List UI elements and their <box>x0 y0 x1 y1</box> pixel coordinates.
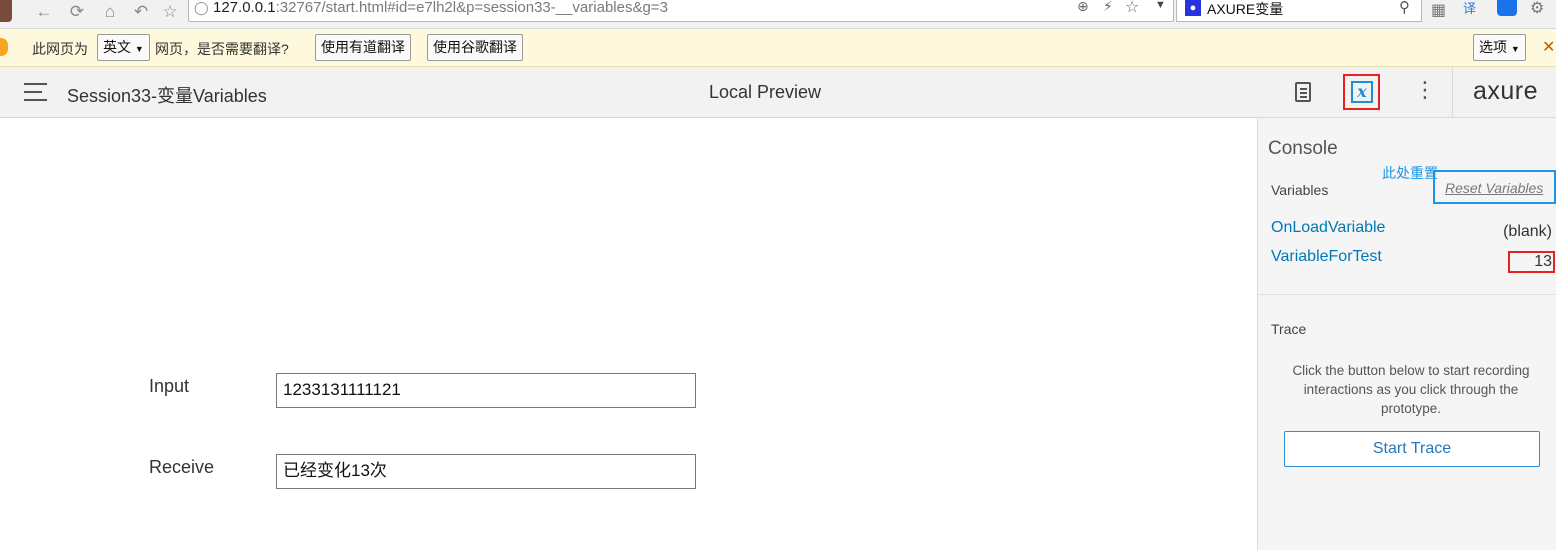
start-trace-button[interactable]: Start Trace <box>1284 431 1540 467</box>
variable-name: OnLoadVariable <box>1271 219 1386 236</box>
input-label: Input <box>149 376 190 396</box>
bookmark-star-icon[interactable]: ☆ <box>1125 0 1139 17</box>
reset-variables-link[interactable]: Reset Variables <box>1445 180 1543 196</box>
variable-name: VariableForTest <box>1271 248 1382 265</box>
console-title: Console <box>1268 138 1338 159</box>
close-icon[interactable]: ✕ <box>1542 37 1555 57</box>
grid-icon[interactable]: ▦ <box>1431 0 1446 20</box>
chevron-down-icon: ▼ <box>134 44 144 54</box>
variable-x-icon[interactable]: x <box>1351 81 1373 103</box>
variables-label: Variables <box>1271 182 1329 198</box>
kebab-icon[interactable]: ⋮ <box>1414 79 1436 101</box>
translate-prefix-text: 此网页为 <box>32 41 88 57</box>
language-value: 英文 <box>103 39 131 55</box>
language-select[interactable]: 英文 ▼ <box>97 34 150 61</box>
address-bar[interactable]: ◯ 127.0.0.1:32767/start.html#id=e7lh2l&p… <box>188 0 1174 22</box>
bookmark-icon[interactable] <box>1497 0 1517 16</box>
console-panel: Console Variables 此处重置 Reset Variables O… <box>1257 118 1556 550</box>
receive-label: Receive <box>149 457 215 477</box>
refresh-icon[interactable]: ⟳ <box>67 2 87 22</box>
youdao-translate-button[interactable]: 使用有道翻译 <box>315 34 411 61</box>
input-field[interactable]: 1233131111121 <box>276 373 696 408</box>
lightning-icon[interactable]: ⚡ <box>1103 0 1113 15</box>
trace-label: Trace <box>1271 321 1307 337</box>
translate-bar: 此网页为 英文 ▼ 网页，是否需要翻译? 使用有道翻译 使用谷歌翻译 选项 ▼ … <box>0 29 1556 67</box>
baidu-paw-icon: ● <box>1185 0 1201 16</box>
page-name: Local Preview <box>709 82 822 102</box>
dropdown-icon[interactable]: ▼ <box>1155 0 1166 11</box>
back-icon[interactable]: ← <box>34 2 54 22</box>
axure-logo: axure <box>1473 77 1539 105</box>
reset-annotation: 此处重置 <box>1382 165 1438 181</box>
document-icon[interactable] <box>1295 82 1311 102</box>
wrench-icon[interactable]: ⚙ <box>1530 0 1544 18</box>
search-bar[interactable]: ● AXURE变量 ⚲ <box>1176 0 1422 22</box>
url-path: :32767/start.html#id=e7lh2l&p=session33-… <box>275 0 668 16</box>
receive-field[interactable]: 已经变化13次 <box>276 454 696 489</box>
axure-header: Session33-变量Variables Local Preview x ⋮ … <box>0 67 1556 118</box>
star-icon[interactable]: ☆ <box>160 2 180 22</box>
translate-icon[interactable]: 译 <box>1463 0 1483 18</box>
undo-icon[interactable]: ↶ <box>131 2 151 22</box>
project-title: Session33-变量Variables <box>67 86 267 106</box>
variable-value: 13 <box>1534 253 1552 270</box>
options-label: 选项 <box>1479 39 1507 55</box>
url-text: 127.0.0.1:32767/start.html#id=e7lh2l&p=s… <box>213 0 668 16</box>
trace-help-text: Click the button below to start recordin… <box>1292 363 1530 416</box>
divider <box>1258 294 1556 295</box>
options-button[interactable]: 选项 ▼ <box>1473 34 1526 61</box>
tab-favicon-icon <box>0 0 12 22</box>
url-host: 127.0.0.1 <box>213 0 276 16</box>
google-translate-button[interactable]: 使用谷歌翻译 <box>427 34 523 61</box>
translate-question-text: 网页，是否需要翻译? <box>155 41 289 57</box>
header-divider <box>1452 67 1453 117</box>
browser-toolbar: ← ⟳ ⌂ ↶ ☆ ◯ 127.0.0.1:32767/start.html#i… <box>0 0 1556 29</box>
zoom-icon[interactable]: ⊕ <box>1077 0 1089 15</box>
shield-icon: ◯ <box>194 0 209 15</box>
search-text: AXURE变量 <box>1207 1 1284 17</box>
browser-logo-icon <box>0 38 8 56</box>
search-icon[interactable]: ⚲ <box>1399 0 1410 16</box>
hamburger-icon[interactable] <box>24 83 47 101</box>
home-icon[interactable]: ⌂ <box>100 2 120 22</box>
variable-value: (blank) <box>1503 223 1552 240</box>
chevron-down-icon: ▼ <box>1510 44 1520 54</box>
